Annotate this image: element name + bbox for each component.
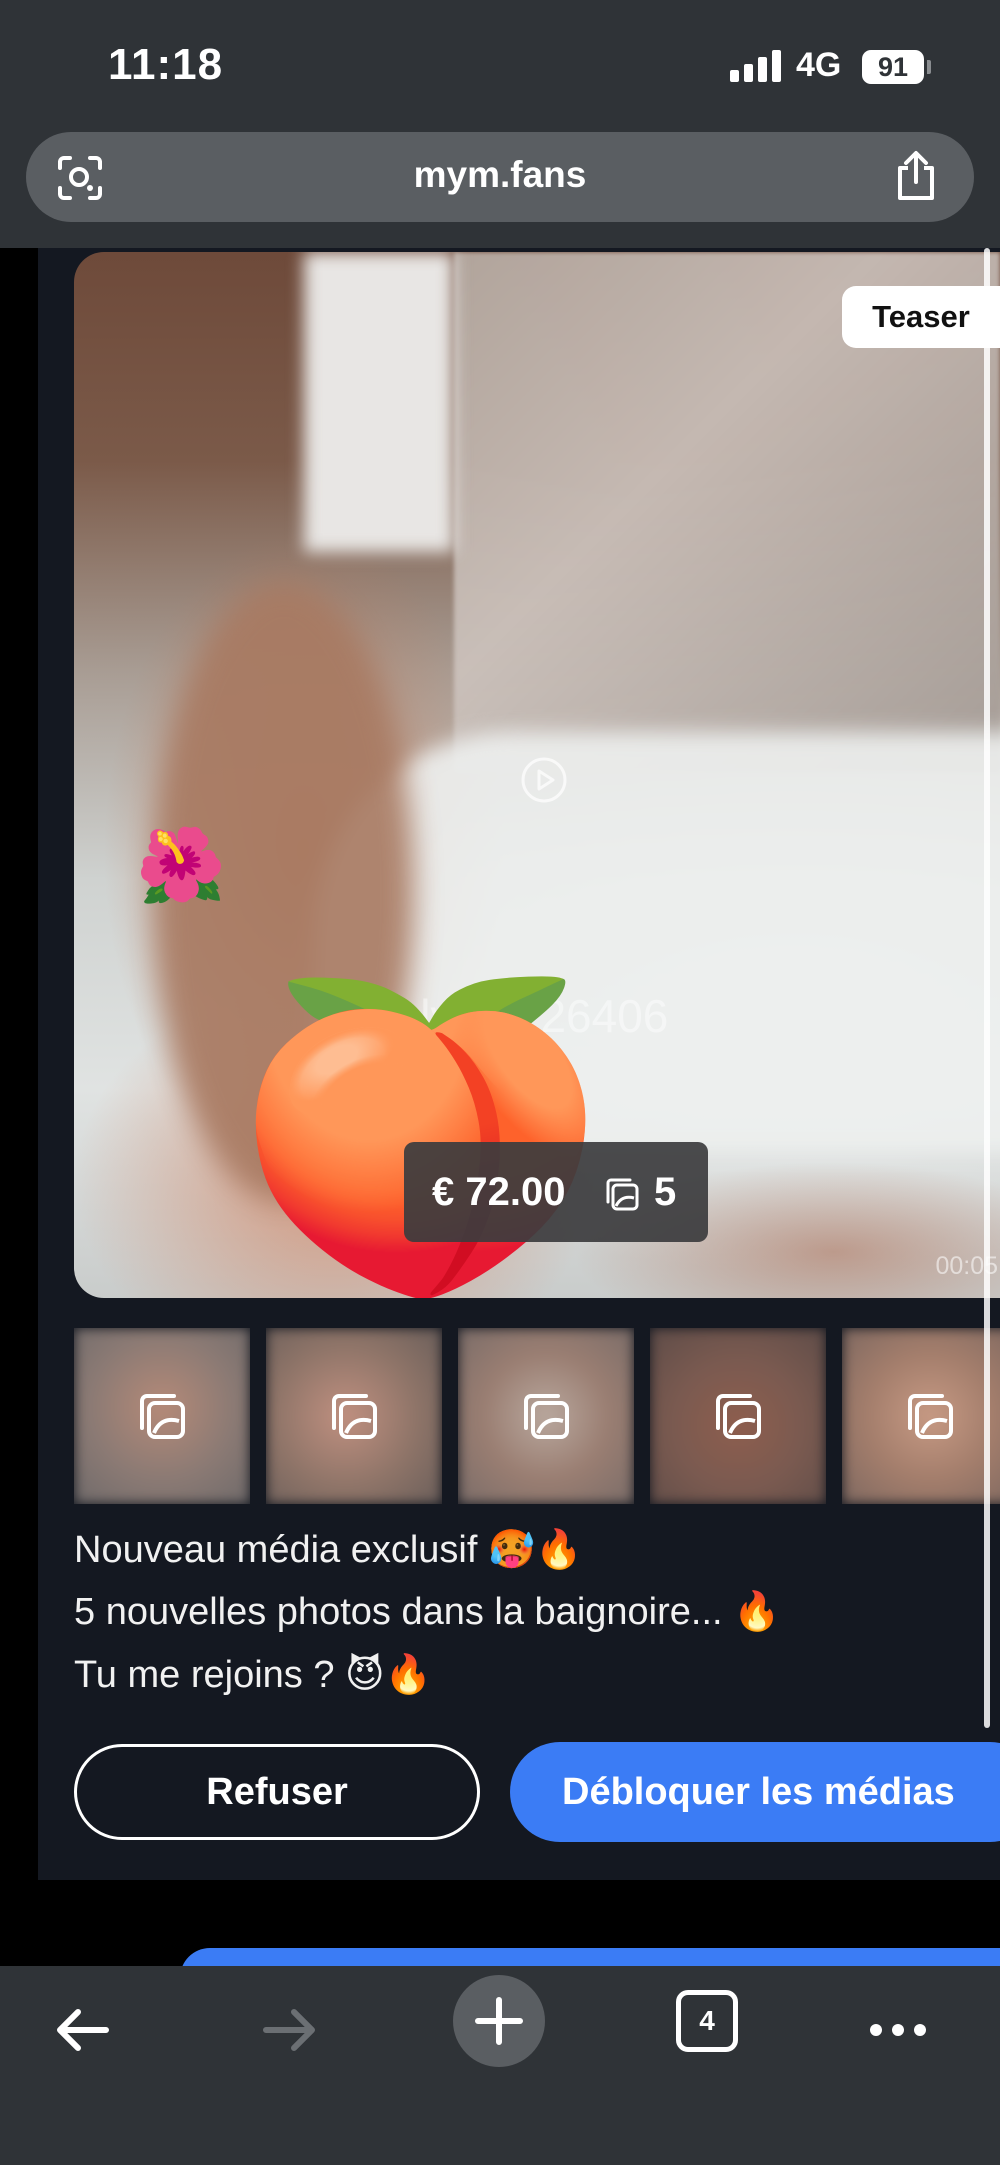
signal-icon (730, 50, 782, 82)
media-thumbnail[interactable] (74, 1328, 250, 1504)
caption-line: 5 nouvelles photos dans la baignoire... … (74, 1591, 781, 1633)
browser-toolbar: 4 (0, 1966, 1000, 2165)
media-thumbnail[interactable] (650, 1328, 826, 1504)
status-time: 11:18 (108, 40, 224, 89)
share-icon[interactable] (892, 150, 940, 202)
address-bar[interactable]: mym.fans (26, 132, 974, 222)
page-content: Teaser 🌺 Kalvin2126406 2126406 🍑 € 72.00… (0, 248, 1000, 1966)
teaser-badge: Teaser (842, 286, 1000, 348)
back-arrow-icon[interactable] (50, 1998, 114, 2062)
price-label: € 72.00 (432, 1170, 566, 1214)
media-thumbnail[interactable] (458, 1328, 634, 1504)
status-bar: 11:18 4G 91 (0, 0, 1000, 130)
media-count: 5 (654, 1170, 677, 1214)
gallery-icon (716, 1394, 761, 1439)
scrollbar[interactable] (984, 248, 990, 1728)
play-icon[interactable] (520, 756, 568, 804)
media-background (304, 252, 454, 552)
network-type: 4G (796, 46, 842, 84)
browser-header: mym.fans (0, 130, 1000, 248)
caption-line: Tu me rejoins ? 😈🔥 (74, 1654, 432, 1696)
gallery-icon (524, 1394, 569, 1439)
new-tab-plus-icon[interactable] (452, 1974, 546, 2068)
more-options-icon[interactable] (866, 1998, 930, 2062)
tabs-count-icon[interactable]: 4 (676, 1990, 738, 2052)
price-chip[interactable]: € 72.00 5 (404, 1142, 708, 1242)
flower-emoji: 🌺 (136, 826, 226, 906)
media-thumbnail[interactable] (266, 1328, 442, 1504)
gallery-icon (606, 1178, 639, 1211)
caption-line: Nouveau média exclusif 🥵🔥 (74, 1529, 583, 1571)
battery-icon: 91 (862, 50, 924, 84)
forward-arrow-icon[interactable] (258, 1998, 322, 2062)
teaser-media[interactable]: Teaser 🌺 Kalvin2126406 2126406 🍑 € 72.00… (74, 252, 1000, 1298)
partial-button[interactable] (180, 1948, 1000, 1966)
unlock-media-button[interactable]: Débloquer les médias (510, 1742, 1000, 1842)
url-text[interactable]: mym.fans (26, 154, 974, 196)
gallery-icon (332, 1394, 377, 1439)
media-thumbnail[interactable] (842, 1328, 1000, 1504)
battery-tip (927, 60, 931, 74)
refuse-button[interactable]: Refuser (74, 1744, 480, 1840)
gallery-icon (140, 1394, 185, 1439)
gallery-icon (908, 1394, 953, 1439)
